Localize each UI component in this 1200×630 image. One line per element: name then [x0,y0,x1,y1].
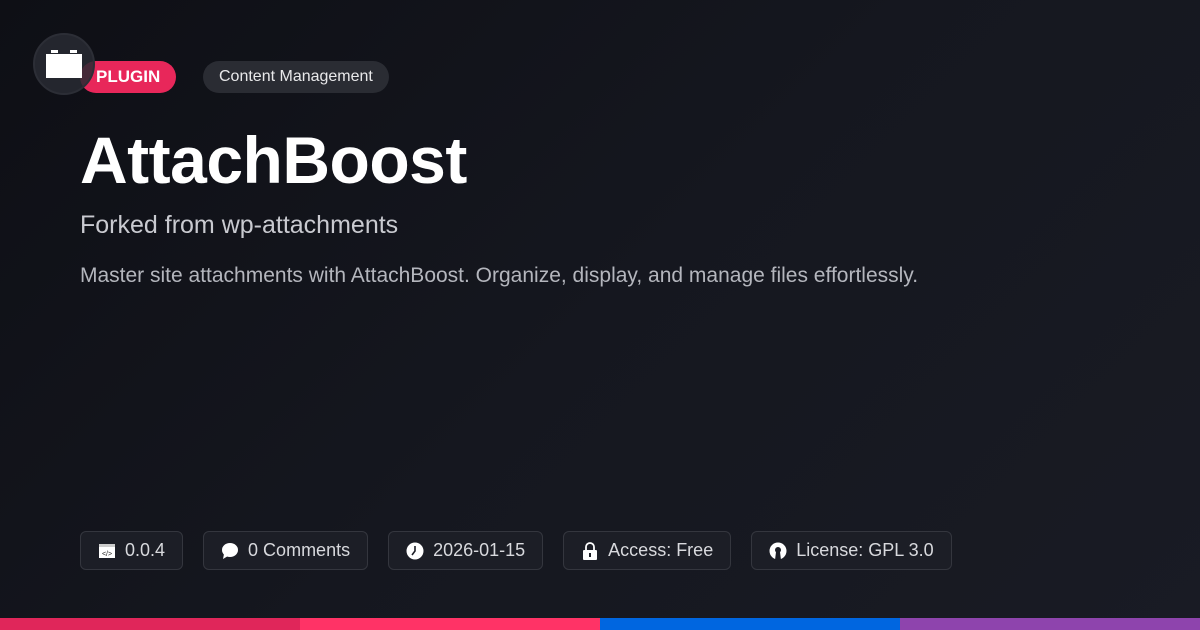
open-source-icon [769,542,787,560]
license-label: License: GPL 3.0 [796,540,934,560]
svg-text:</>: </> [102,551,112,558]
page-title: AttachBoost [80,123,467,197]
plugin-block-icon [46,50,82,78]
access-pill: Access: Free [563,531,732,570]
subtitle: Forked from wp-attachments [80,211,399,239]
date-pill: 2026-01-15 [388,531,544,570]
accent-bar-3 [600,618,900,630]
description: Master site attachments with AttachBoost… [80,264,919,287]
lock-icon [581,541,599,560]
comments-pill[interactable]: 0 Comments [203,531,369,570]
version-label: 0.0.4 [125,540,166,560]
code-icon: </> [98,542,116,560]
license-pill: License: GPL 3.0 [751,531,952,570]
comments-label: 0 Comments [248,540,351,560]
version-pill: </> 0.0.4 [80,531,184,570]
date-label: 2026-01-15 [433,540,526,560]
access-label: Access: Free [608,540,714,560]
clock-icon [406,542,424,560]
meta-row: </> 0.0.4 0 Comments 2026-01-15 Access: … [80,531,952,570]
plugin-logo [33,33,95,95]
comment-icon [221,542,239,560]
accent-bar-4 [900,618,1200,630]
category-badge[interactable]: Content Management [203,61,389,93]
accent-bar-2 [300,618,600,630]
accent-bar-1 [0,618,300,630]
